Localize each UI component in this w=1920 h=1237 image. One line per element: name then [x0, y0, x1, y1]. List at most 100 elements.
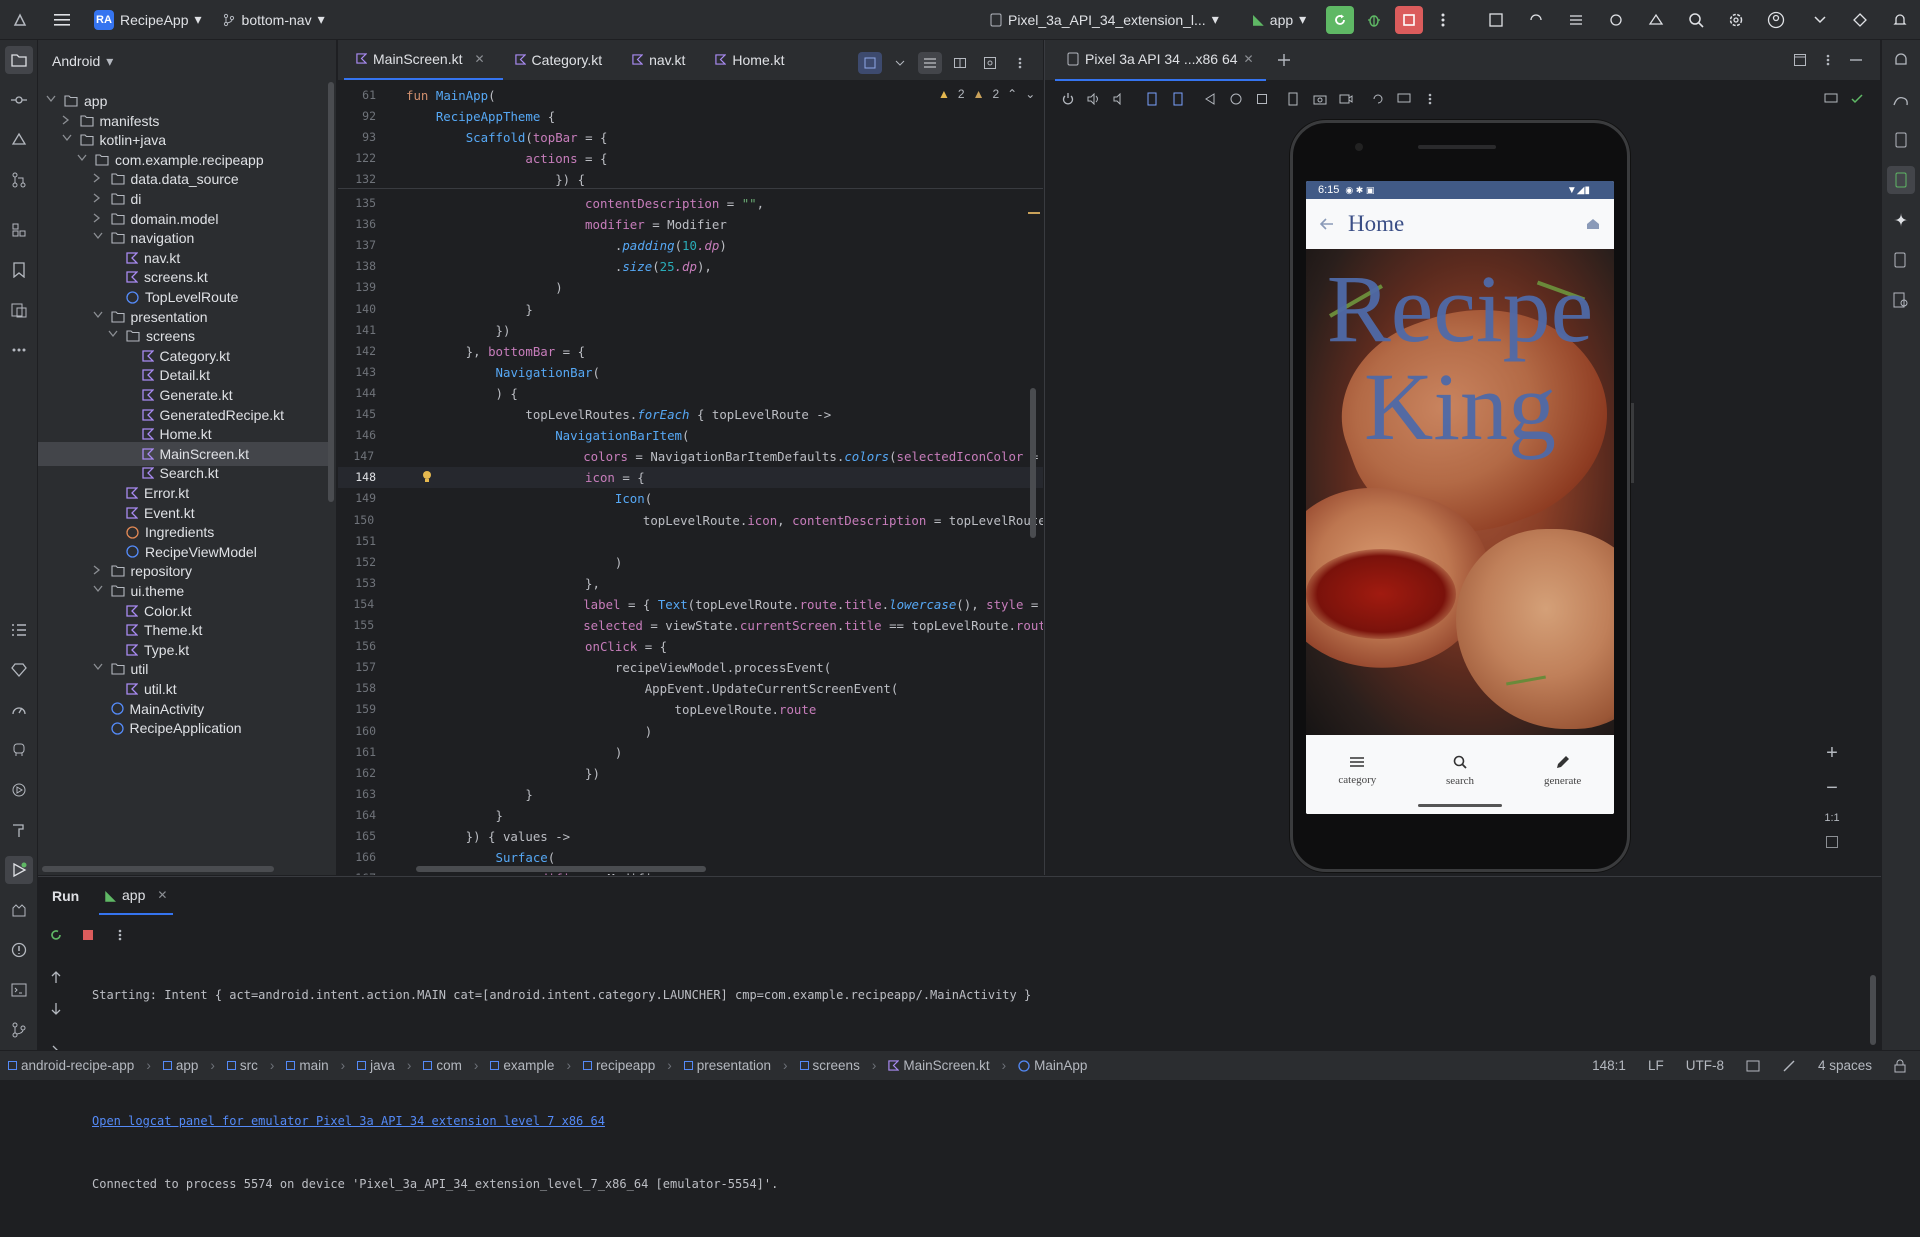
code-line[interactable]: 138 .size(25.dp), [338, 256, 1043, 277]
plugins-icon[interactable] [1602, 6, 1630, 34]
close-icon[interactable]: ✕ [157, 888, 167, 902]
notifications-icon[interactable] [1887, 46, 1915, 74]
code-line[interactable]: 158 AppEvent.UpdateCurrentScreenEvent( [338, 678, 1043, 699]
branch-selector[interactable]: bottom-nav ▾ [214, 6, 333, 34]
rotate-left-icon[interactable] [1139, 85, 1165, 113]
code-view-icon[interactable] [918, 52, 942, 74]
gradle-icon[interactable] [1887, 86, 1915, 114]
line-separator[interactable]: LF [1648, 1058, 1664, 1073]
home-icon[interactable] [1586, 218, 1600, 230]
resource-manager-icon[interactable] [5, 126, 33, 154]
screen-record-icon[interactable] [1333, 85, 1359, 113]
home-circle-icon[interactable] [1223, 85, 1249, 113]
code-line[interactable]: 137 .padding(10.dp) [338, 235, 1043, 256]
chevron-down-icon[interactable] [92, 663, 105, 675]
zoom-out-icon[interactable]: − [1826, 777, 1838, 800]
volume-down-icon[interactable] [1107, 85, 1133, 113]
chevron-right-icon[interactable] [62, 115, 74, 127]
breadcrumb-item[interactable]: screens [799, 1058, 860, 1073]
zoom-fit-icon[interactable] [1826, 836, 1838, 848]
split-icon[interactable] [858, 52, 882, 74]
volume-up-icon[interactable] [1081, 85, 1107, 113]
chevron-down-icon[interactable]: ⌄ [1025, 87, 1035, 101]
chevron-down-icon[interactable] [888, 52, 912, 74]
breadcrumb-item[interactable]: MainApp [1018, 1058, 1087, 1073]
running-devices-icon[interactable] [1887, 166, 1915, 194]
rerun-icon[interactable] [42, 921, 70, 949]
code-line[interactable]: 145 topLevelRoutes.forEach { topLevelRou… [338, 404, 1043, 425]
chevron-right-icon[interactable] [93, 565, 105, 577]
device-tab[interactable]: Pixel 3a API 34 ...x86 64 ✕ [1055, 40, 1266, 81]
sync-icon[interactable] [1522, 6, 1550, 34]
inspection-widget[interactable]: ▲ 2 ▲ 2 ⌃ ⌄ [938, 87, 1035, 101]
breadcrumb-item[interactable]: main [286, 1058, 329, 1073]
account-icon[interactable] [1762, 6, 1790, 34]
bookmarks-icon[interactable] [5, 256, 33, 284]
breadcrumb-item[interactable]: app [162, 1058, 198, 1073]
code-line[interactable]: 155 selected = viewState.currentScreen.t… [338, 615, 1043, 636]
caret-position[interactable]: 148:1 [1592, 1058, 1626, 1073]
code-line[interactable]: 160 ) [338, 721, 1043, 742]
code-line[interactable]: 165 }) { values -> [338, 826, 1043, 847]
chevron-right-icon[interactable] [93, 193, 105, 205]
code-line[interactable]: 156 onClick = { [338, 636, 1043, 657]
code-line[interactable]: 142 }, bottomBar = { [338, 341, 1043, 362]
todo-list-icon[interactable] [5, 616, 33, 644]
gemini-sparkle-icon[interactable] [1887, 206, 1915, 234]
run-tool-icon[interactable] [5, 856, 33, 884]
close-icon[interactable]: ✕ [474, 52, 484, 66]
more-actions-icon[interactable] [1429, 6, 1457, 34]
code-line[interactable]: 132 }) { [338, 169, 1043, 190]
breadcrumb-item[interactable]: recipeapp [582, 1058, 655, 1073]
code-line[interactable]: 136 modifier = Modifier [338, 214, 1043, 235]
power-icon[interactable] [1055, 85, 1081, 113]
code-line[interactable]: 152 ) [338, 552, 1043, 573]
search-icon[interactable] [1682, 6, 1710, 34]
structure-icon[interactable] [1562, 6, 1590, 34]
code-line[interactable]: 161 ) [338, 742, 1043, 763]
device-explorer-icon[interactable] [5, 736, 33, 764]
design-view-icon[interactable] [978, 52, 1002, 74]
zoom-in-icon[interactable]: + [1826, 742, 1838, 765]
more-tools-icon[interactable] [5, 336, 33, 364]
code-line[interactable]: 140 } [338, 299, 1043, 320]
problems-icon[interactable] [5, 936, 33, 964]
arrow-up-icon[interactable] [42, 963, 70, 991]
code-line[interactable]: 93 Scaffold(topBar = { [338, 127, 1043, 148]
emulator-screen[interactable]: 6:15 ◉ ✱ ▣ ▼◢▮ Home Recipe King category… [1306, 181, 1614, 814]
structure-icon[interactable] [5, 216, 33, 244]
chevron-down-icon[interactable] [1806, 6, 1834, 34]
zoom-actual-size[interactable]: 1:1 [1824, 812, 1839, 824]
profiler-icon[interactable] [5, 696, 33, 724]
breadcrumb-item[interactable]: src [226, 1058, 258, 1073]
nav-item-search[interactable]: search [1420, 755, 1500, 787]
editor-tab[interactable]: nav.kt [620, 39, 703, 80]
breadcrumb-item[interactable]: example [490, 1058, 554, 1073]
build-variants-icon[interactable] [5, 296, 33, 324]
code-line[interactable]: 147 colors = NavigationBarItemDefaults.c… [338, 446, 1043, 467]
tree-scrollbar[interactable] [328, 82, 334, 502]
code-line[interactable]: 163 } [338, 784, 1043, 805]
code-line[interactable]: 92 RecipeAppTheme { [338, 106, 1043, 127]
back-arrow-icon[interactable] [1320, 218, 1334, 230]
commit-icon[interactable] [5, 86, 33, 114]
window-layout-icon[interactable] [1786, 46, 1814, 74]
code-horizontal-scrollbar[interactable] [416, 866, 706, 872]
split-view-icon[interactable] [948, 52, 972, 74]
console-output[interactable]: Starting: Intent { act=android.intent.ac… [92, 943, 1031, 1237]
code-line[interactable]: 153 }, [338, 573, 1043, 594]
close-icon[interactable]: ✕ [1244, 52, 1254, 66]
rotate-right-icon[interactable] [1165, 85, 1191, 113]
console-scrollbar[interactable] [1870, 975, 1876, 1045]
intention-bulb-icon[interactable] [422, 470, 432, 484]
code-line[interactable]: 154 label = { Text(topLevelRoute.route.t… [338, 594, 1043, 615]
chevron-down-icon[interactable] [61, 134, 74, 146]
code-line[interactable]: 164 } [338, 805, 1043, 826]
back-icon[interactable] [1197, 85, 1223, 113]
arrow-down-icon[interactable] [42, 995, 70, 1023]
terminal-icon[interactable] [5, 976, 33, 1004]
editor-tab[interactable]: Home.kt [703, 39, 802, 80]
warning-marker[interactable] [1028, 212, 1040, 214]
tree-item[interactable]: RecipeApplication [38, 716, 328, 740]
indent-setting[interactable]: 4 spaces [1818, 1058, 1872, 1073]
